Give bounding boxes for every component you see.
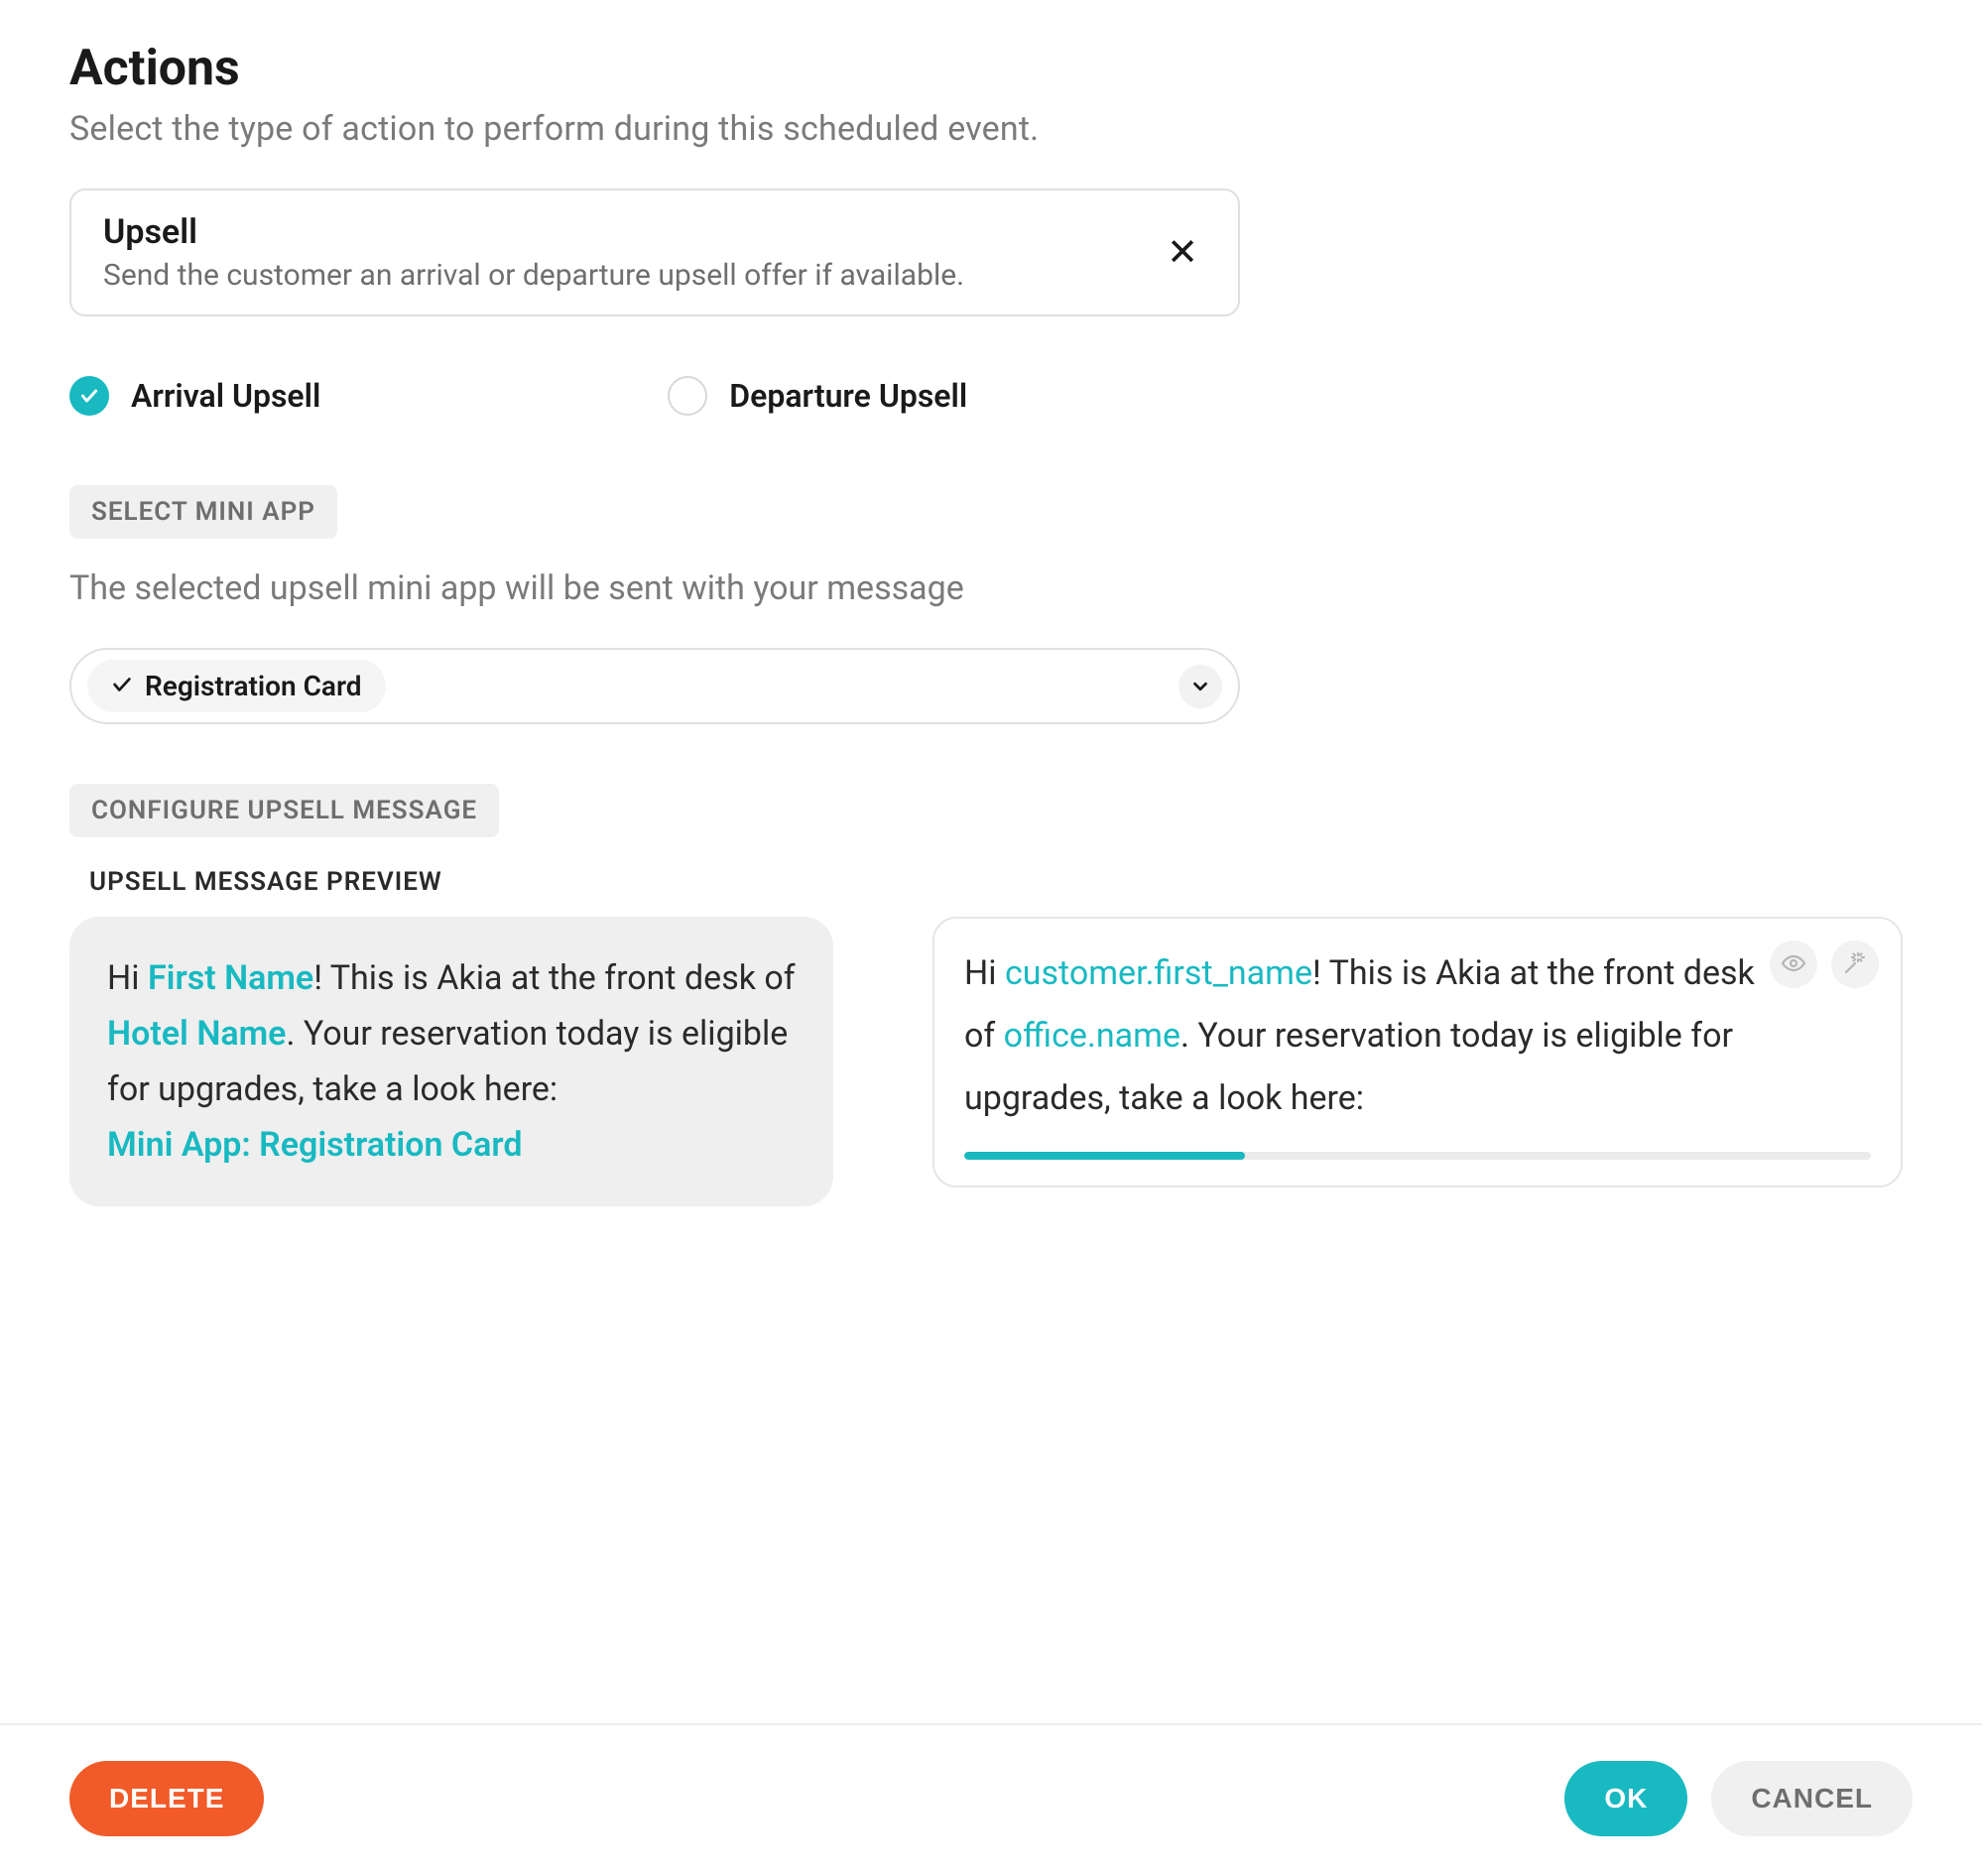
action-type-description: Send the customer an arrival or departur… bbox=[103, 258, 964, 293]
mini-app-selected-chip[interactable]: Registration Card bbox=[87, 660, 386, 712]
check-icon bbox=[69, 376, 109, 416]
arrival-upsell-label: Arrival Upsell bbox=[131, 377, 320, 415]
delete-button[interactable]: DELETE bbox=[69, 1761, 264, 1836]
editor-text: Hi bbox=[964, 953, 1005, 993]
mini-app-select[interactable]: Registration Card bbox=[69, 648, 1240, 724]
first-name-token: First Name bbox=[148, 958, 313, 998]
mini-app-section-description: The selected upsell mini app will be sen… bbox=[69, 568, 1915, 608]
page-subtitle: Select the type of action to perform dur… bbox=[69, 109, 1915, 149]
wand-icon bbox=[1843, 934, 1867, 996]
office-name-variable[interactable]: office.name bbox=[1004, 1016, 1180, 1056]
upsell-preview-editor[interactable]: Hi customer.first_name! This is Akia at … bbox=[932, 917, 1903, 1188]
preview-magic-button[interactable] bbox=[1831, 940, 1879, 988]
action-type-title: Upsell bbox=[103, 212, 964, 252]
hotel-name-token: Hotel Name bbox=[107, 1014, 286, 1054]
preview-eye-button[interactable] bbox=[1770, 940, 1817, 988]
close-icon[interactable]: ✕ bbox=[1167, 234, 1206, 272]
arrival-upsell-radio[interactable]: Arrival Upsell bbox=[69, 376, 320, 416]
customer-first-name-variable[interactable]: customer.first_name bbox=[1005, 953, 1312, 993]
departure-upsell-radio[interactable]: Departure Upsell bbox=[668, 376, 967, 416]
editor-content[interactable]: Hi customer.first_name! This is Akia at … bbox=[964, 942, 1871, 1130]
progress-fill bbox=[964, 1152, 1245, 1160]
upsell-type-radio-group: Arrival Upsell Departure Upsell bbox=[69, 376, 1915, 416]
footer: DELETE OK CANCEL bbox=[0, 1723, 1982, 1876]
chevron-down-icon[interactable] bbox=[1178, 665, 1222, 708]
preview-text: Hi bbox=[107, 958, 148, 998]
mini-app-selected-label: Registration Card bbox=[145, 670, 362, 702]
action-type-card[interactable]: Upsell Send the customer an arrival or d… bbox=[69, 188, 1240, 316]
ok-button[interactable]: OK bbox=[1564, 1761, 1687, 1836]
eye-icon bbox=[1782, 934, 1805, 996]
check-icon bbox=[111, 674, 133, 699]
radio-unchecked-icon bbox=[668, 376, 707, 416]
preview-text: ! This is Akia at the front desk of bbox=[313, 958, 795, 998]
departure-upsell-label: Departure Upsell bbox=[729, 377, 967, 415]
configure-upsell-badge: CONFIGURE UPSELL MESSAGE bbox=[69, 784, 499, 837]
page-title: Actions bbox=[69, 40, 1915, 97]
upsell-preview-label: UPSELL MESSAGE PREVIEW bbox=[89, 867, 1915, 897]
select-mini-app-badge: SELECT MINI APP bbox=[69, 485, 337, 539]
cancel-button[interactable]: CANCEL bbox=[1711, 1761, 1913, 1836]
upsell-preview-rendered: Hi First Name! This is Akia at the front… bbox=[69, 917, 833, 1206]
mini-app-link[interactable]: Mini App: Registration Card bbox=[107, 1125, 522, 1165]
message-length-progress bbox=[964, 1152, 1871, 1160]
